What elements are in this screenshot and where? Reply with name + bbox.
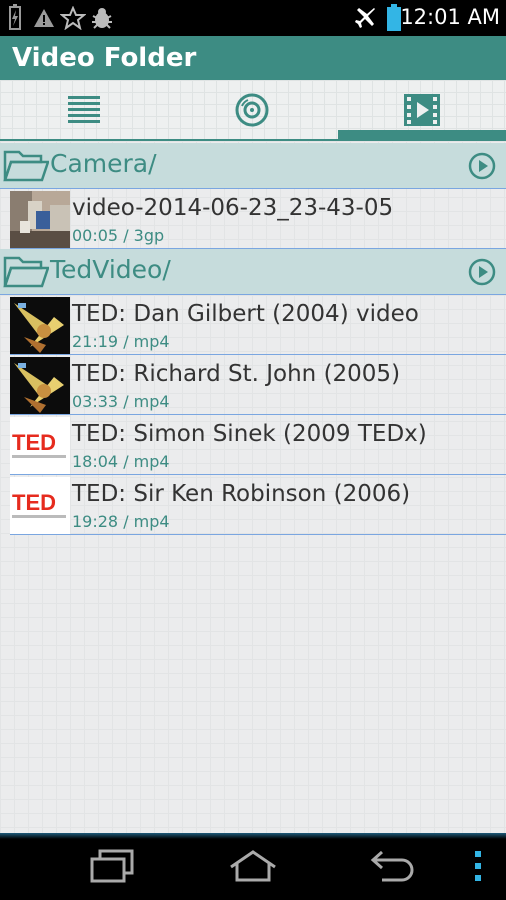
warning-icon (34, 9, 54, 27)
selected-tab-indicator (338, 130, 506, 139)
disc-icon (235, 93, 269, 127)
video-row[interactable]: TED TED: Sir Ken Robinson (2006) 19:28 /… (10, 475, 506, 535)
folder-name: Camera/ (50, 149, 157, 178)
page-title: Video Folder (12, 43, 197, 73)
play-folder-icon[interactable] (468, 258, 496, 286)
folder-icon (3, 150, 49, 182)
folder-icon (3, 256, 49, 288)
ted-logo-text: TED (12, 490, 56, 515)
system-nav-bar (0, 833, 506, 900)
battery-charging-icon (9, 4, 21, 30)
airplane-mode-icon (355, 8, 375, 28)
bug-icon (92, 8, 112, 29)
video-title: TED: Richard St. John (2005) (72, 361, 401, 387)
video-meta: 21:19 / mp4 (72, 332, 170, 351)
ted-logo-text: TED (12, 430, 56, 455)
video-title: TED: Sir Ken Robinson (2006) (72, 481, 411, 507)
clock: 12:01 AM (400, 5, 500, 29)
play-folder-icon[interactable] (468, 152, 496, 180)
folder-name: TedVideo/ (50, 255, 171, 284)
folder-row-camera[interactable]: Camera/ (0, 143, 506, 189)
nav-bar-glow (0, 833, 506, 839)
star-icon (60, 6, 86, 30)
video-meta: 18:04 / mp4 (72, 452, 170, 471)
video-thumbnail (10, 357, 70, 414)
video-meta: 00:05 / 3gp (72, 226, 165, 245)
list-icon (68, 96, 100, 123)
video-row[interactable]: TED TED: Simon Sinek (2009 TEDx) 18:04 /… (10, 415, 506, 475)
home-icon[interactable] (228, 849, 278, 883)
video-title: TED: Simon Sinek (2009 TEDx) (72, 421, 427, 447)
tab-disc-view[interactable] (168, 80, 336, 140)
status-bar: 12:01 AM (0, 0, 506, 36)
recent-apps-icon[interactable] (90, 849, 134, 883)
video-title: TED: Dan Gilbert (2004) video (72, 301, 419, 327)
film-icon (404, 94, 440, 126)
tab-list-view[interactable] (0, 80, 168, 140)
title-bar: Video Folder (0, 36, 506, 80)
menu-icon[interactable] (470, 849, 486, 883)
video-row[interactable]: TED: Richard St. John (2005) 03:33 / mp4 (10, 355, 506, 415)
video-thumbnail (10, 297, 70, 354)
video-title: video-2014-06-23_23-43-05 (72, 195, 394, 221)
video-row[interactable]: TED: Dan Gilbert (2004) video 21:19 / mp… (10, 295, 506, 355)
back-icon[interactable] (370, 849, 416, 883)
video-list: Camera/ video-2014-06-23_23-43-05 00:05 … (0, 141, 506, 833)
video-row[interactable]: video-2014-06-23_23-43-05 00:05 / 3gp (10, 189, 506, 249)
video-thumbnail: TED (10, 417, 70, 474)
video-thumbnail (10, 191, 70, 248)
video-meta: 03:33 / mp4 (72, 392, 170, 411)
folder-row-tedvideo[interactable]: TedVideo/ (0, 249, 506, 295)
video-meta: 19:28 / mp4 (72, 512, 170, 531)
video-thumbnail: TED (10, 477, 70, 534)
